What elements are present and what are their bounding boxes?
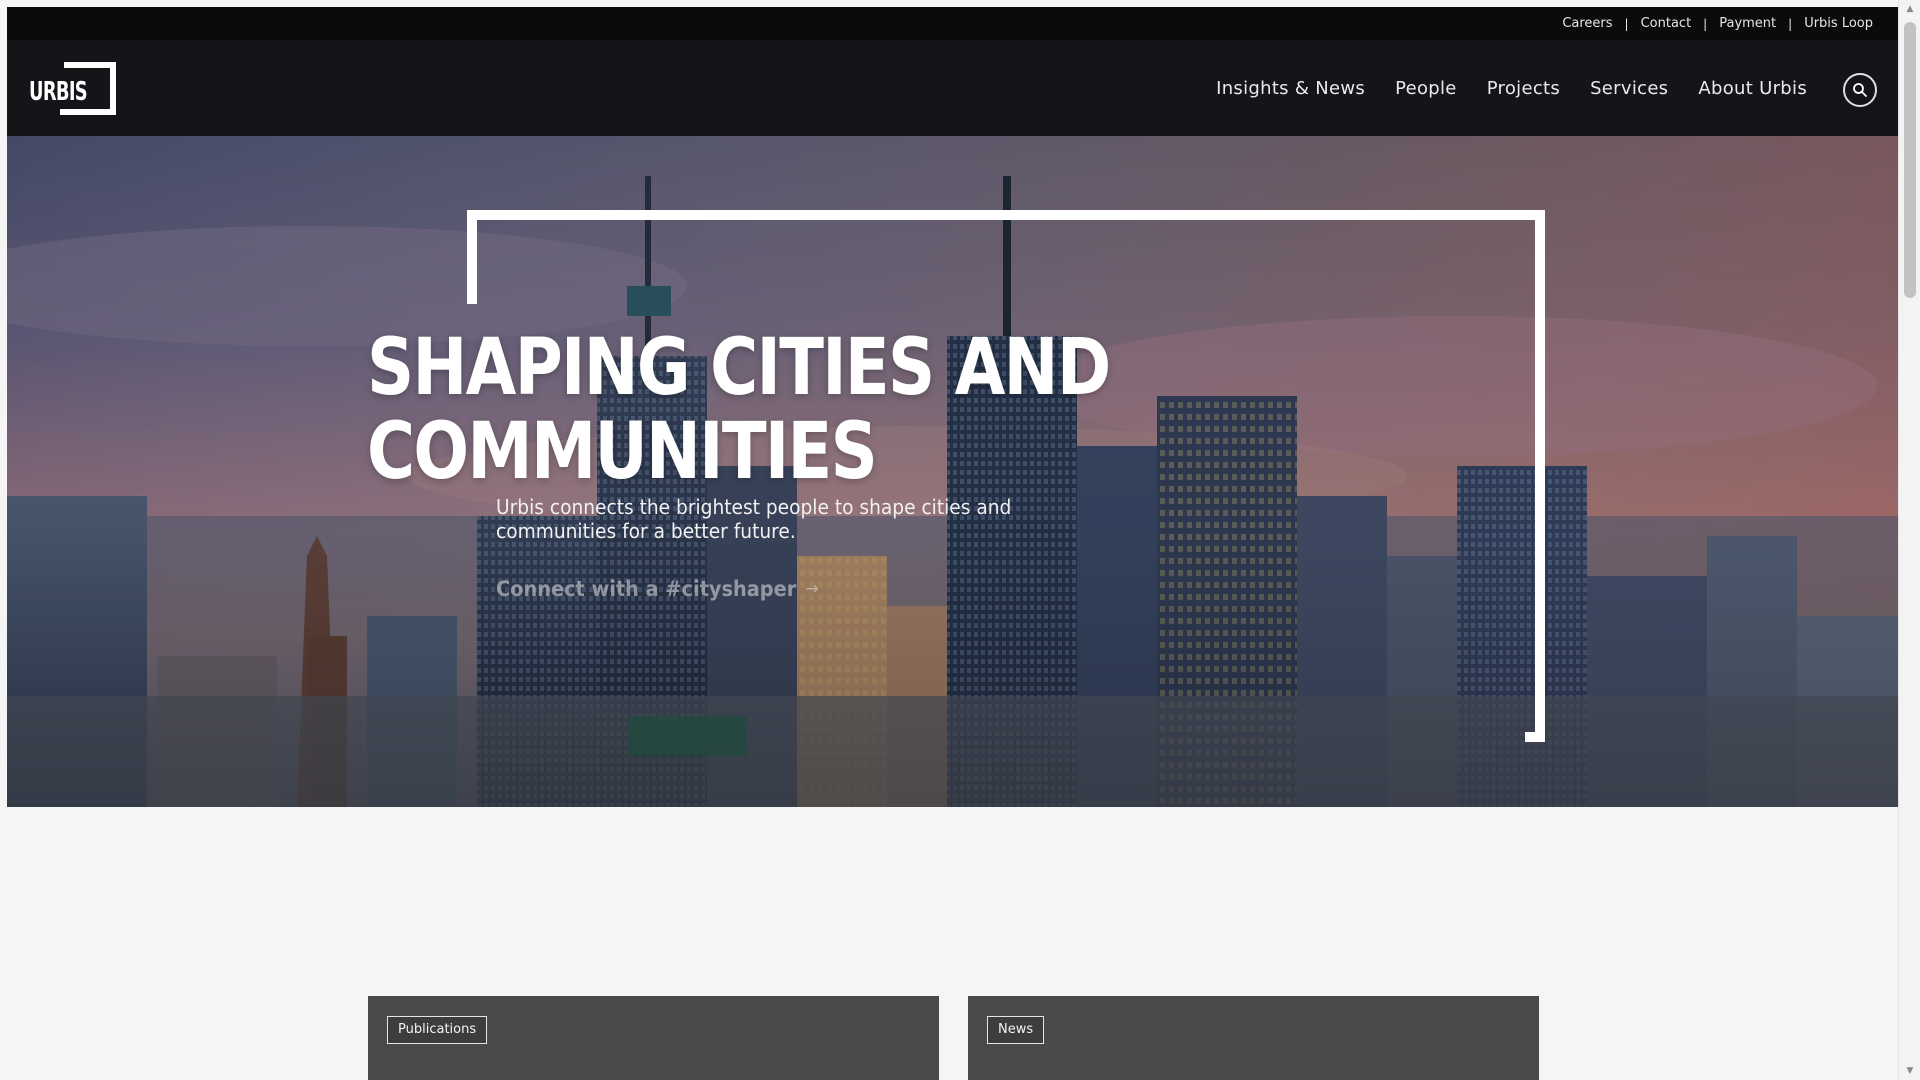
utility-link-urbis-loop[interactable]: Urbis Loop xyxy=(1804,16,1873,31)
primary-nav: Insights & News People Projects Services… xyxy=(1186,40,1807,136)
nav-item-insights-news[interactable]: Insights & News xyxy=(1216,78,1365,99)
hero-banner: SHAPING CITIES AND COMMUNITIES Urbis conn… xyxy=(7,136,1898,807)
hero-title-line-1: SHAPING CITIES AND xyxy=(367,323,1111,413)
news-card[interactable]: News xyxy=(968,996,1539,1080)
nav-item-people[interactable]: People xyxy=(1395,78,1457,99)
main-navigation: URBIS Insights & News People Projects Se… xyxy=(7,40,1898,136)
card-tag-publications[interactable]: Publications xyxy=(387,1016,488,1044)
utility-link-payment[interactable]: Payment xyxy=(1719,16,1776,31)
arrow-right-icon: → xyxy=(805,579,819,599)
utility-bar: Careers | Contact | Payment | Urbis Loop xyxy=(7,7,1898,40)
search-icon xyxy=(1853,83,1867,97)
scroll-up-arrow-icon[interactable]: ▲ xyxy=(1899,0,1920,18)
hero-subtitle: Urbis connects the brightest people to s… xyxy=(496,495,1012,543)
cityshaper-cta-link[interactable]: Connect with a #cityshaper → xyxy=(496,577,819,601)
vertical-scrollbar[interactable]: ▲ ▼ xyxy=(1898,0,1920,1080)
cta-label: Connect with a #cityshaper xyxy=(496,577,797,601)
utility-separator: | xyxy=(1703,16,1708,31)
card-tag-news[interactable]: News xyxy=(987,1016,1045,1044)
nav-item-services[interactable]: Services xyxy=(1590,78,1668,99)
scroll-down-arrow-icon[interactable]: ▼ xyxy=(1899,1062,1920,1080)
publications-card[interactable]: Publications xyxy=(368,996,939,1080)
utility-link-careers[interactable]: Careers xyxy=(1562,16,1612,31)
scrollbar-thumb[interactable] xyxy=(1904,22,1916,298)
hero-title-line-2: COMMUNITIES xyxy=(367,407,878,497)
search-button[interactable] xyxy=(1843,73,1877,107)
logo-wordmark: URBIS xyxy=(30,77,87,107)
page: Careers | Contact | Payment | Urbis Loop… xyxy=(7,7,1898,1080)
utility-separator: | xyxy=(1788,16,1793,31)
nav-item-projects[interactable]: Projects xyxy=(1487,78,1560,99)
utility-nav: Careers | Contact | Payment | Urbis Loop xyxy=(1562,7,1873,40)
nav-item-about-urbis[interactable]: About Urbis xyxy=(1698,78,1807,99)
utility-separator: | xyxy=(1624,16,1629,31)
utility-link-contact[interactable]: Contact xyxy=(1641,16,1692,31)
urbis-logo[interactable]: URBIS xyxy=(29,60,119,117)
hero-title: SHAPING CITIES AND COMMUNITIES xyxy=(367,323,1111,497)
